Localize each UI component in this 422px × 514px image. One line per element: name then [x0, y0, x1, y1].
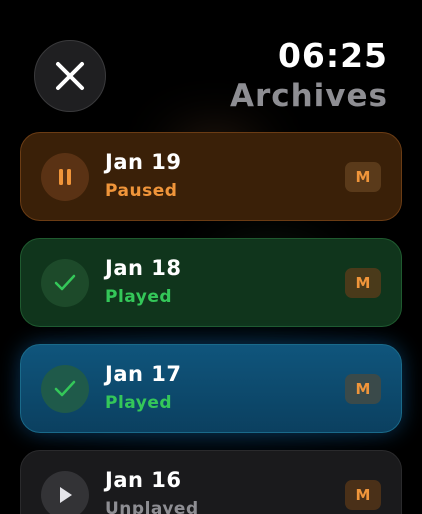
page-title: Archives [229, 78, 388, 114]
archive-date: Jan 17 [105, 362, 182, 386]
close-button[interactable] [34, 40, 106, 112]
checkmark-icon [54, 274, 76, 291]
play-button[interactable] [41, 471, 89, 514]
archive-date: Jan 18 [105, 256, 182, 280]
archive-item[interactable]: Jan 16 Unplayed M [20, 450, 402, 514]
played-indicator[interactable] [41, 365, 89, 413]
archive-item[interactable]: Jan 19 Paused M [20, 132, 402, 221]
pause-button[interactable] [41, 153, 89, 201]
archive-item-selected[interactable]: Jan 17 Played M [20, 344, 402, 433]
archive-status: Paused [105, 181, 178, 201]
play-icon [60, 487, 72, 503]
pause-icon [59, 169, 71, 185]
archive-badge: M [345, 162, 381, 192]
clock-time: 06:25 [277, 36, 388, 75]
archives-screen: 06:25 Archives Jan 19 Paused M Jan 18 Pl… [0, 0, 422, 514]
played-indicator[interactable] [41, 259, 89, 307]
archive-badge: M [345, 374, 381, 404]
checkmark-icon [54, 380, 76, 397]
archive-status: Unplayed [105, 499, 199, 514]
archive-item[interactable]: Jan 18 Played M [20, 238, 402, 327]
archive-status: Played [105, 287, 173, 307]
close-icon [56, 62, 84, 90]
archive-badge: M [345, 268, 381, 298]
archive-status: Played [105, 393, 173, 413]
archive-date: Jan 19 [105, 150, 182, 174]
archive-badge: M [345, 480, 381, 510]
archive-date: Jan 16 [105, 468, 182, 492]
